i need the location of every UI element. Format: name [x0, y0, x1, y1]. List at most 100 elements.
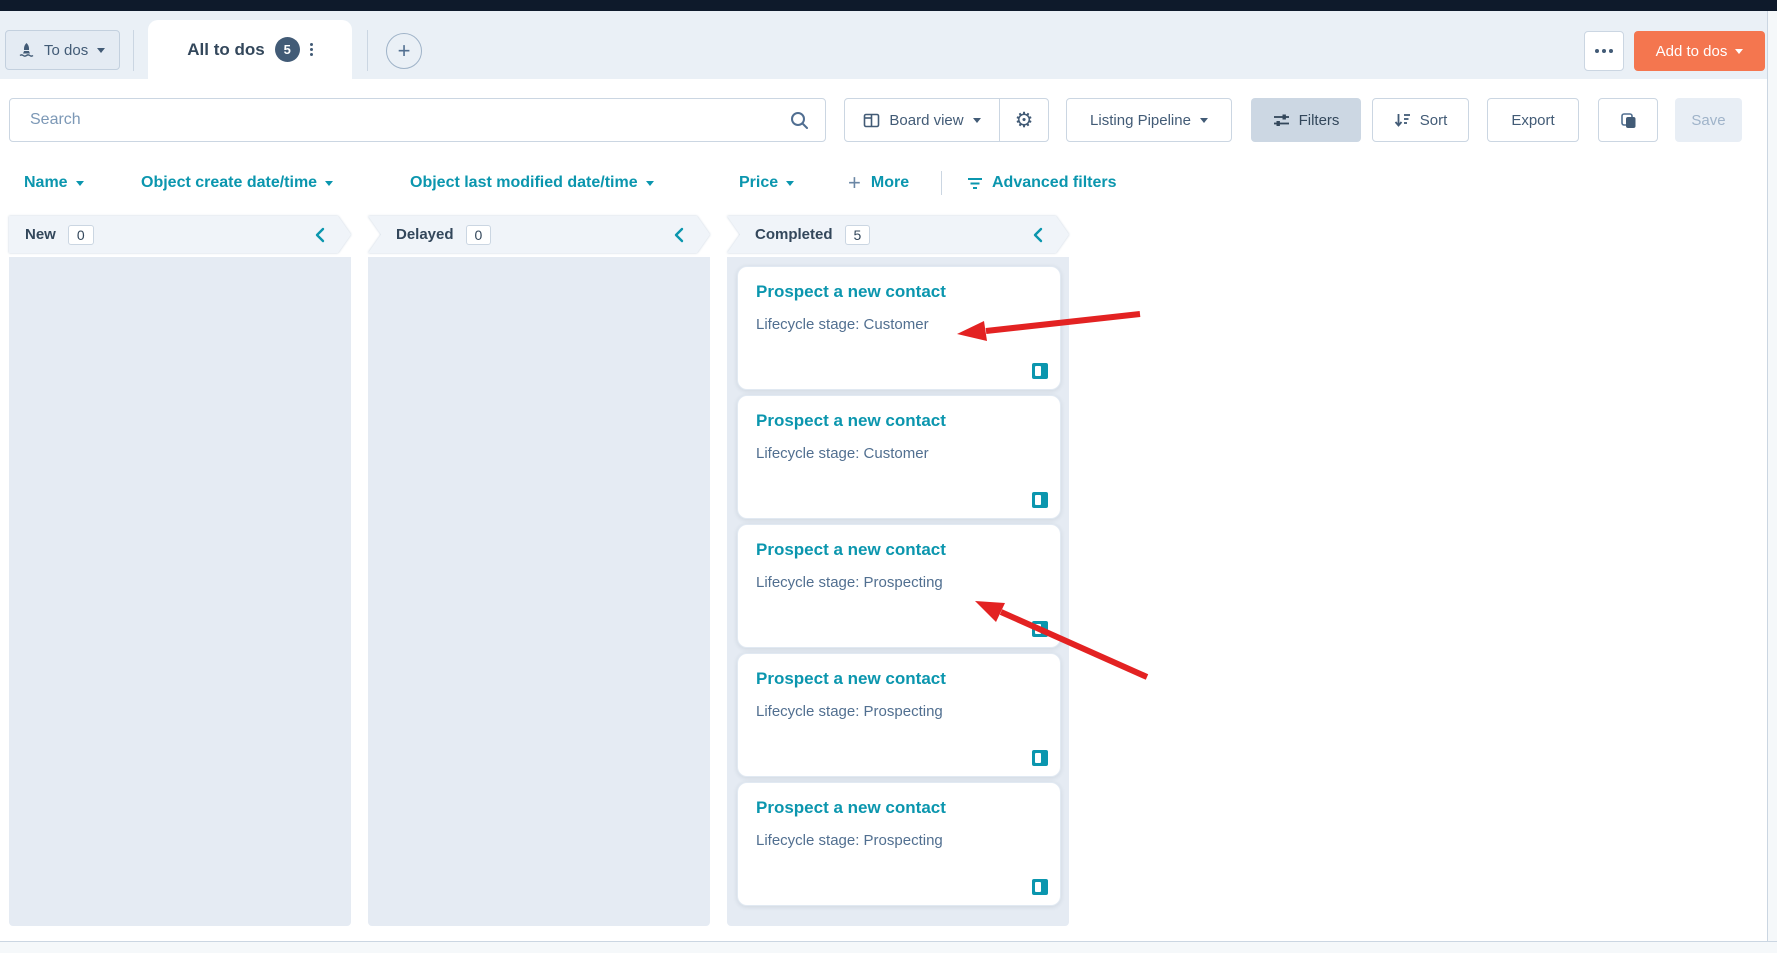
- quick-filter-divider: [941, 171, 942, 195]
- column-body-completed: Prospect a new contact Lifecycle stage: …: [727, 257, 1069, 926]
- tab-label: All to dos: [187, 40, 264, 60]
- card-title[interactable]: Prospect a new contact: [756, 798, 1042, 818]
- todo-card[interactable]: Prospect a new contact Lifecycle stage: …: [737, 266, 1061, 390]
- toolbar: Board view ⚙ Listing Pipeline Filters: [0, 79, 1777, 164]
- app-window: To dos All to dos 5 + Add to dos: [0, 0, 1777, 953]
- quick-filter-more-button[interactable]: + More: [848, 168, 909, 198]
- column-completed: Completed 5 Prospect a new contact Lifec…: [727, 216, 1069, 926]
- gear-icon: ⚙: [1015, 110, 1034, 131]
- todos-dropdown-button[interactable]: To dos: [5, 30, 120, 70]
- quick-filter-label: Name: [24, 174, 68, 192]
- chevron-left-icon[interactable]: [1033, 227, 1043, 243]
- quick-filters-row: Name Object create date/time Object last…: [0, 164, 1777, 216]
- chevron-left-icon[interactable]: [315, 227, 325, 243]
- sort-label: Sort: [1420, 112, 1448, 129]
- todo-card[interactable]: Prospect a new contact Lifecycle stage: …: [737, 782, 1061, 906]
- more-actions-button[interactable]: [1584, 31, 1624, 71]
- caret-down-icon: [1735, 49, 1743, 54]
- add-to-dos-label: Add to dos: [1656, 43, 1728, 60]
- tab-count-badge: 5: [275, 37, 300, 62]
- card-subtitle: Lifecycle stage: Customer: [756, 316, 1042, 333]
- copy-view-button[interactable]: [1598, 98, 1658, 142]
- board-card-icon: [1032, 621, 1048, 637]
- caret-down-icon: [76, 181, 84, 186]
- export-button[interactable]: Export: [1487, 98, 1579, 142]
- search-input[interactable]: [10, 111, 790, 129]
- advanced-filters-label: Advanced filters: [992, 174, 1116, 192]
- duplicate-icon: [1619, 111, 1638, 130]
- quick-filter-modified-date[interactable]: Object last modified date/time: [410, 168, 654, 198]
- caret-down-icon: [1200, 118, 1208, 123]
- caret-down-icon: [786, 181, 794, 186]
- column-count-badge: 0: [68, 225, 94, 245]
- column-count-badge: 5: [845, 225, 871, 245]
- kanban-board: New 0 Delayed 0: [9, 216, 1069, 928]
- column-body-new: [9, 257, 351, 926]
- caret-down-icon: [973, 118, 981, 123]
- tab-all-to-dos[interactable]: All to dos 5: [148, 20, 352, 79]
- filters-label: Filters: [1299, 112, 1340, 129]
- filter-lines-icon: [966, 176, 984, 190]
- board-columns-icon: [863, 112, 880, 129]
- sliders-icon: [1273, 113, 1290, 128]
- bottom-strip: [0, 941, 1777, 953]
- todos-dropdown-label: To dos: [44, 42, 88, 59]
- plus-icon: +: [398, 38, 411, 64]
- board-card-icon: [1032, 750, 1048, 766]
- todo-card[interactable]: Prospect a new contact Lifecycle stage: …: [737, 653, 1061, 777]
- more-label: More: [871, 174, 909, 192]
- card-title[interactable]: Prospect a new contact: [756, 282, 1042, 302]
- chevron-left-icon[interactable]: [674, 227, 684, 243]
- sort-button[interactable]: Sort: [1372, 98, 1469, 142]
- filters-button[interactable]: Filters: [1251, 98, 1361, 142]
- caret-down-icon: [97, 48, 105, 53]
- save-label: Save: [1691, 112, 1725, 129]
- column-count-badge: 0: [466, 225, 492, 245]
- card-title[interactable]: Prospect a new contact: [756, 669, 1042, 689]
- column-header-new: New 0: [9, 216, 351, 253]
- ship-icon: [18, 42, 35, 59]
- column-header-completed: Completed 5: [727, 216, 1069, 253]
- tab-bar: To dos All to dos 5 + Add to dos: [0, 11, 1777, 79]
- board-settings-button[interactable]: ⚙: [1000, 99, 1048, 141]
- magnifier-icon[interactable]: [790, 111, 809, 130]
- board-card-icon: [1032, 492, 1048, 508]
- caret-down-icon: [325, 181, 333, 186]
- ellipsis-icon: [1595, 49, 1613, 53]
- pipeline-label: Listing Pipeline: [1090, 112, 1191, 129]
- caret-down-icon: [646, 181, 654, 186]
- pipeline-dropdown[interactable]: Listing Pipeline: [1066, 98, 1232, 142]
- card-subtitle: Lifecycle stage: Prospecting: [756, 703, 1042, 720]
- add-view-button[interactable]: +: [386, 33, 422, 69]
- tab-divider: [133, 30, 134, 71]
- card-title[interactable]: Prospect a new contact: [756, 411, 1042, 431]
- board-card-icon: [1032, 879, 1048, 895]
- quick-filter-create-date[interactable]: Object create date/time: [141, 168, 333, 198]
- kebab-icon[interactable]: [310, 43, 313, 56]
- quick-filter-label: Price: [739, 174, 778, 192]
- card-title[interactable]: Prospect a new contact: [756, 540, 1042, 560]
- card-subtitle: Lifecycle stage: Prospecting: [756, 574, 1042, 591]
- save-button[interactable]: Save: [1675, 98, 1742, 142]
- column-name: Completed: [755, 226, 833, 243]
- advanced-filters-button[interactable]: Advanced filters: [966, 168, 1116, 198]
- scrollbar[interactable]: [1767, 11, 1777, 941]
- board-view-dropdown[interactable]: Board view: [845, 99, 1000, 141]
- plus-icon: +: [848, 170, 861, 196]
- browser-top-strip: [0, 0, 1777, 11]
- add-to-dos-button[interactable]: Add to dos: [1634, 31, 1765, 71]
- todo-card[interactable]: Prospect a new contact Lifecycle stage: …: [737, 524, 1061, 648]
- column-header-delayed: Delayed 0: [368, 216, 710, 253]
- todo-card[interactable]: Prospect a new contact Lifecycle stage: …: [737, 395, 1061, 519]
- export-label: Export: [1511, 112, 1554, 129]
- quick-filter-price[interactable]: Price: [739, 168, 794, 198]
- quick-filter-name[interactable]: Name: [24, 168, 84, 198]
- column-delayed: Delayed 0: [368, 216, 710, 926]
- column-name: Delayed: [396, 226, 454, 243]
- quick-filter-label: Object last modified date/time: [410, 174, 638, 192]
- sort-descending-icon: [1394, 112, 1411, 128]
- tab-divider: [367, 30, 368, 71]
- column-name: New: [25, 226, 56, 243]
- column-new: New 0: [9, 216, 351, 926]
- card-subtitle: Lifecycle stage: Prospecting: [756, 832, 1042, 849]
